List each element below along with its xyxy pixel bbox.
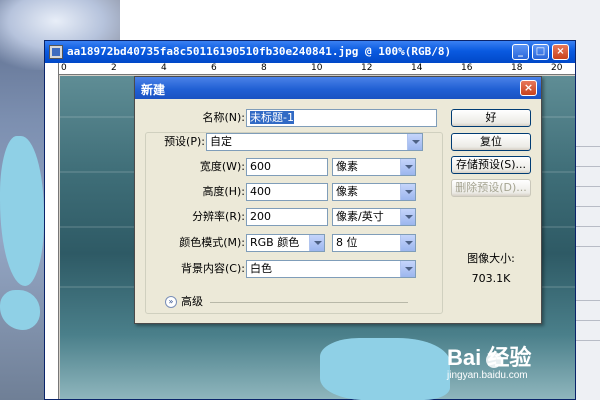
vertical-ruler[interactable] — [45, 63, 59, 399]
dialog-close-button[interactable]: × — [520, 80, 537, 96]
background-contents-select[interactable]: 白色 — [246, 260, 416, 278]
chevron-down-icon — [400, 184, 415, 200]
expand-advanced-icon[interactable]: » — [165, 296, 177, 308]
background-contents-value: 白色 — [250, 262, 272, 275]
height-label: 高度(H): — [202, 185, 245, 198]
delete-preset-button: 删除预设(D)... — [451, 179, 531, 197]
new-document-dialog: 新建 × 名称(N): 未标题-1 预设(P): 自定 宽度(W): 600 像… — [134, 76, 542, 324]
scribble-mark — [320, 338, 450, 400]
background-white-area — [120, 0, 530, 40]
watermark-url: jingyan.baidu.com — [447, 370, 528, 381]
reset-button[interactable]: 复位 — [451, 133, 531, 151]
preset-select[interactable]: 自定 — [206, 133, 423, 151]
ruler-tick-label: 8 — [261, 63, 267, 73]
maximize-button[interactable]: □ — [532, 44, 549, 60]
dialog-titlebar[interactable]: 新建 × — [135, 77, 541, 99]
preset-select-value: 自定 — [210, 135, 232, 148]
minimize-button[interactable]: _ — [512, 44, 529, 60]
document-titlebar[interactable]: aa18972bd40735fa8c50116190510fb30e240841… — [45, 41, 575, 63]
ruler-tick-label: 16 — [461, 63, 473, 73]
height-unit-value: 像素 — [336, 185, 358, 198]
resolution-label: 分辨率(R): — [192, 210, 245, 223]
dialog-title: 新建 — [141, 83, 166, 97]
chevron-down-icon — [400, 209, 415, 225]
resolution-input[interactable]: 200 — [246, 208, 328, 226]
save-preset-button[interactable]: 存储预设(S)... — [451, 156, 531, 174]
bit-depth-select[interactable]: 8 位 — [332, 234, 416, 252]
horizontal-ruler[interactable]: 0 2 4 6 8 10 12 14 16 18 20 — [59, 63, 575, 75]
preset-label: 预设(P): — [149, 133, 205, 151]
ruler-tick-label: 4 — [161, 63, 167, 73]
baidu-paw-icon — [486, 352, 502, 368]
ok-button[interactable]: 好 — [451, 109, 531, 127]
resolution-unit-select[interactable]: 像素/英寸 — [332, 208, 416, 226]
ruler-tick-label: 2 — [111, 63, 117, 73]
advanced-label[interactable]: 高级 — [181, 293, 207, 311]
height-input[interactable]: 400 — [246, 183, 328, 201]
document-title: aa18972bd40735fa8c50116190510fb30e240841… — [67, 45, 452, 58]
background-contents-label: 背景内容(C): — [181, 262, 245, 275]
image-size-label: 图像大小: — [467, 252, 515, 265]
ruler-tick-label: 0 — [61, 63, 67, 73]
color-mode-value: RGB 颜色 — [250, 236, 300, 249]
ruler-tick-label: 12 — [361, 63, 373, 73]
ruler-tick-label: 20 — [551, 63, 563, 73]
color-mode-select[interactable]: RGB 颜色 — [246, 234, 325, 252]
color-mode-label: 颜色模式(M): — [179, 236, 245, 249]
chevron-down-icon — [400, 159, 415, 175]
ruler-tick-label: 10 — [311, 63, 323, 73]
chevron-down-icon — [407, 134, 422, 150]
width-input[interactable]: 600 — [246, 158, 328, 176]
width-label: 宽度(W): — [199, 160, 245, 173]
name-label: 名称(N): — [202, 111, 245, 124]
chevron-down-icon — [400, 235, 415, 251]
chevron-down-icon — [400, 261, 415, 277]
chevron-down-icon — [309, 235, 324, 251]
width-unit-select[interactable]: 像素 — [332, 158, 416, 176]
ruler-tick-label: 6 — [211, 63, 217, 73]
close-button[interactable]: × — [552, 44, 569, 60]
height-unit-select[interactable]: 像素 — [332, 183, 416, 201]
bit-depth-value: 8 位 — [336, 236, 358, 249]
ruler-tick-label: 14 — [411, 63, 423, 73]
width-unit-value: 像素 — [336, 160, 358, 173]
resolution-unit-value: 像素/英寸 — [336, 210, 384, 223]
advanced-divider — [210, 302, 408, 303]
name-input[interactable]: 未标题-1 — [246, 109, 437, 127]
image-file-icon — [49, 45, 63, 59]
name-input-value: 未标题-1 — [250, 111, 294, 124]
ruler-tick-label: 18 — [511, 63, 523, 73]
image-size-value: 703.1K — [471, 272, 511, 285]
